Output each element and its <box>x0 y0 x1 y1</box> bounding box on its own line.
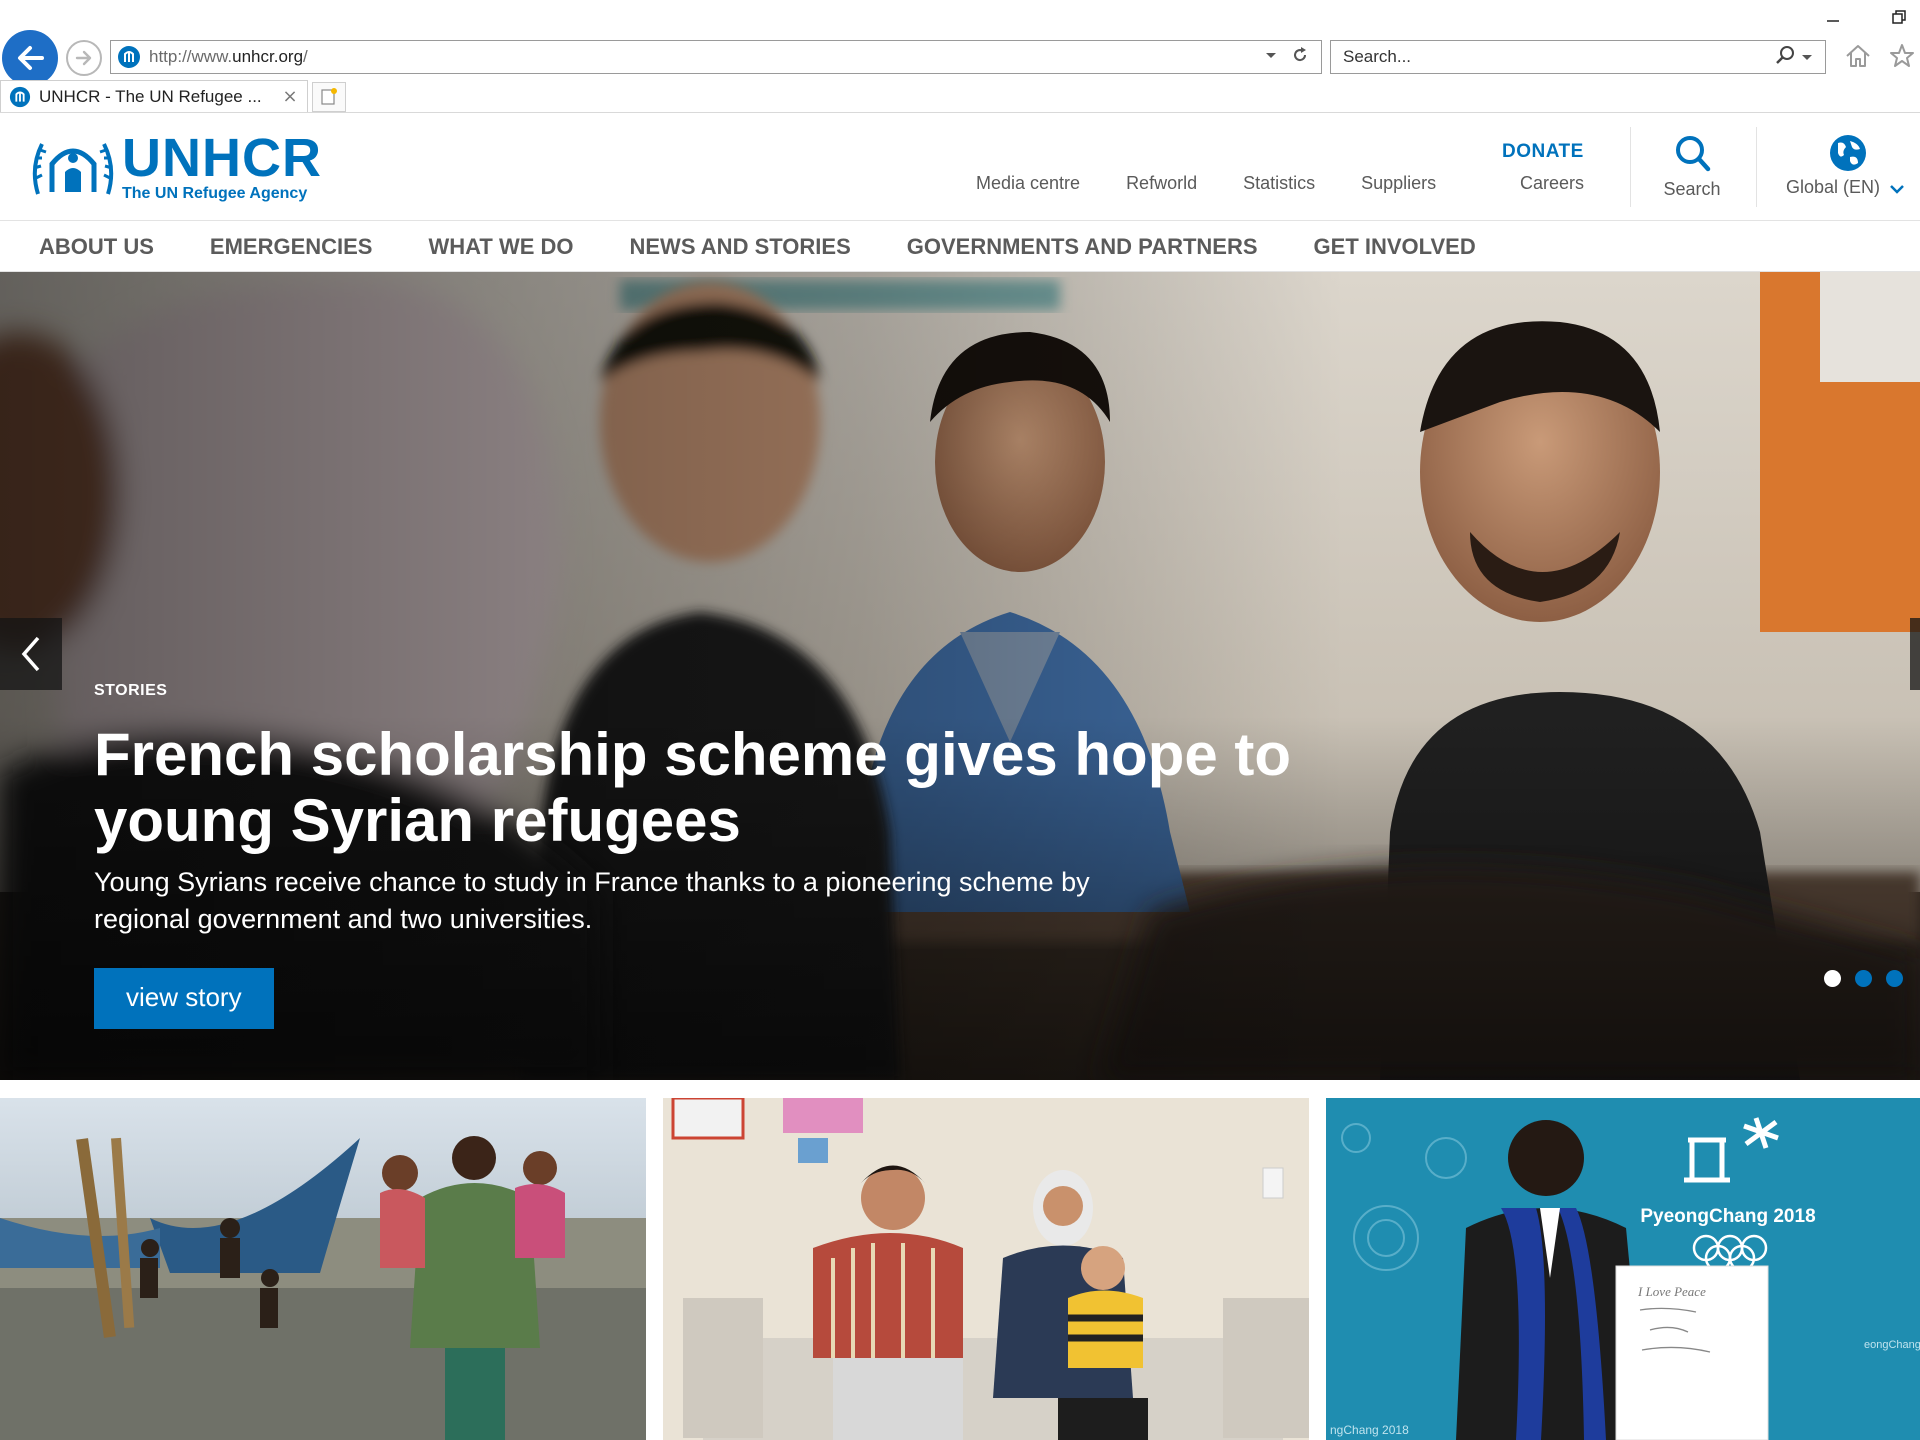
unhcr-favicon-icon <box>118 46 140 68</box>
nav-item-news-and-stories[interactable]: NEWS AND STORIES <box>630 234 851 260</box>
url-text[interactable]: http://www.unhcr.org/ <box>149 47 1265 67</box>
hero-description: Young Syrians receive chance to study in… <box>94 867 1090 934</box>
address-bar[interactable]: http://www.unhcr.org/ <box>110 40 1322 74</box>
language-label: Global (EN) <box>1786 177 1881 197</box>
forward-arrow-icon[interactable] <box>66 40 102 76</box>
hero-kicker: STORIES <box>94 682 168 699</box>
dropdown-icon[interactable] <box>1265 46 1277 68</box>
refresh-icon[interactable] <box>1291 46 1309 68</box>
carousel-next-button[interactable] <box>1910 618 1920 690</box>
minimize-icon[interactable] <box>1822 6 1844 28</box>
restore-icon[interactable] <box>1888 6 1910 28</box>
handwritten-note-text: I Love Peace <box>1637 1284 1706 1299</box>
olympic-sign-text: eongChang 2018 <box>1864 1339 1920 1351</box>
logo-tagline: The UN Refugee Agency <box>122 185 308 202</box>
logo-wordmark: UNHCR <box>122 128 322 188</box>
back-arrow-icon[interactable] <box>2 30 58 86</box>
unhcr-favicon-icon <box>9 86 31 107</box>
olympic-sign-text: ngChang 2018 <box>1330 1423 1409 1437</box>
home-icon[interactable] <box>1844 42 1872 74</box>
carousel-dot[interactable] <box>1824 970 1841 987</box>
nav-item-emergencies[interactable]: EMERGENCIES <box>210 234 373 260</box>
util-link-statistics[interactable]: Statistics <box>1243 173 1315 194</box>
unhcr-logo[interactable]: UNHCR The UN Refugee Agency <box>28 128 322 203</box>
close-icon[interactable]: × <box>279 86 301 107</box>
search-label: Search <box>1663 179 1721 199</box>
site-search-button[interactable]: Search <box>1640 133 1744 200</box>
hero-content: STORIES French scholarship scheme gives … <box>94 682 1434 1029</box>
nav-item-about-us[interactable]: ABOUT US <box>39 234 154 260</box>
util-link-media-centre[interactable]: Media centre <box>976 173 1080 194</box>
story-card[interactable]: PyeongChang 2018 ngChang 2018 eongChang … <box>1326 1098 1920 1440</box>
story-card-image <box>0 1098 646 1440</box>
hero-title[interactable]: French scholarship scheme gives hope to … <box>94 722 1434 854</box>
dropdown-icon[interactable] <box>1801 48 1813 67</box>
site-header: UNHCR The UN Refugee Agency Media centre… <box>0 113 1920 221</box>
olympic-sign-text: PyeongChang 2018 <box>1640 1206 1815 1227</box>
browser-tab[interactable]: UNHCR - The UN Refugee ... × <box>0 80 308 112</box>
new-tab-icon[interactable] <box>312 82 346 112</box>
nav-item-get-involved[interactable]: GET INVOLVED <box>1314 234 1476 260</box>
nav-item-governments-and-partners[interactable]: GOVERNMENTS AND PARTNERS <box>907 234 1258 260</box>
util-link-suppliers[interactable]: Suppliers <box>1361 173 1436 194</box>
tab-title: UNHCR - The UN Refugee ... <box>39 86 262 106</box>
search-icon <box>1676 136 1711 172</box>
util-link-refworld[interactable]: Refworld <box>1126 173 1197 194</box>
browser-search-input[interactable] <box>1331 47 1775 67</box>
story-card[interactable] <box>0 1098 646 1440</box>
window-controls <box>1822 6 1910 28</box>
header-divider <box>1630 127 1631 207</box>
browser-chrome: http://www.unhcr.org/ Search... UNHCR - … <box>0 0 1920 113</box>
utility-nav: Media centre Refworld Statistics Supplie… <box>976 173 1436 194</box>
carousel-dot[interactable] <box>1886 970 1903 987</box>
browser-search-box[interactable] <box>1330 40 1826 74</box>
language-selector[interactable]: Global (EN) <box>1778 133 1918 198</box>
story-card-image: PyeongChang 2018 ngChang 2018 eongChang … <box>1326 1098 1920 1440</box>
nav-item-what-we-do[interactable]: WHAT WE DO <box>428 234 573 260</box>
header-divider <box>1756 127 1757 207</box>
hero-carousel: STORIES French scholarship scheme gives … <box>0 272 1920 1080</box>
star-icon[interactable] <box>1888 42 1916 74</box>
carousel-dots <box>1824 970 1903 987</box>
carousel-prev-button[interactable] <box>0 618 62 690</box>
unhcr-emblem-icon <box>32 143 114 195</box>
story-cards: PyeongChang 2018 ngChang 2018 eongChang … <box>0 1098 1920 1440</box>
search-icon[interactable] <box>1775 45 1795 69</box>
carousel-dot[interactable] <box>1855 970 1872 987</box>
chevron-down-icon <box>1890 184 1905 194</box>
story-card[interactable] <box>663 1098 1309 1440</box>
util-link-careers[interactable]: Careers <box>1520 173 1584 194</box>
view-story-button[interactable]: view story <box>94 968 274 1029</box>
chevron-left-icon <box>21 636 40 672</box>
main-nav: ABOUT US EMERGENCIES WHAT WE DO NEWS AND… <box>0 222 1920 272</box>
story-card-image <box>663 1098 1309 1440</box>
donate-link[interactable]: DONATE <box>1502 141 1584 163</box>
globe-icon <box>1830 135 1866 171</box>
